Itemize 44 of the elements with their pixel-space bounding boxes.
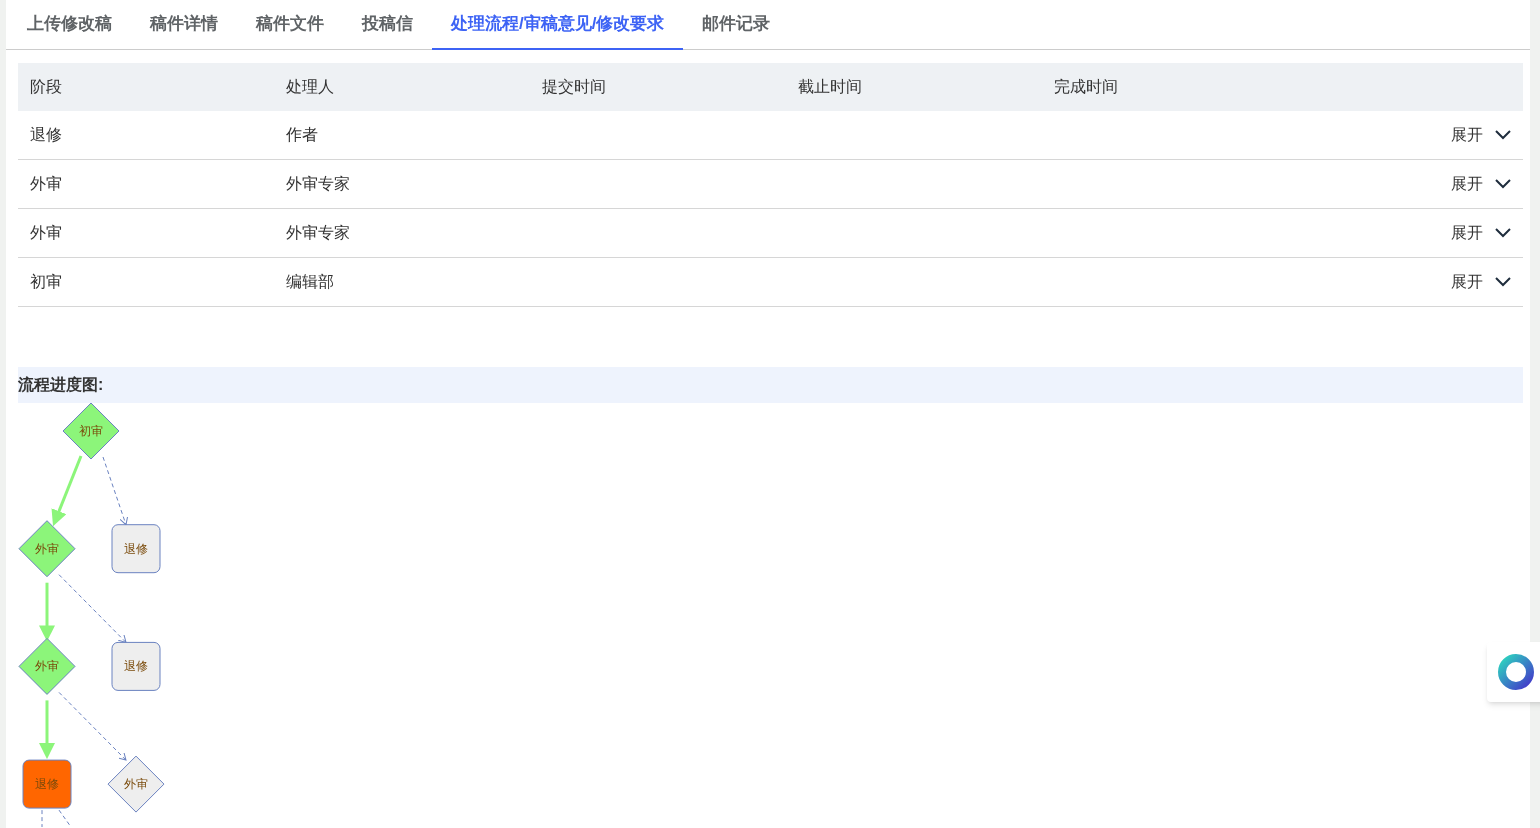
chevron-down-icon: [1495, 277, 1511, 287]
box-node: 退修: [22, 759, 72, 809]
flow-arrow: [51, 455, 83, 527]
diamond-node: 外审: [18, 637, 76, 695]
tab[interactable]: 上传修改稿: [8, 0, 131, 50]
expand-toggle[interactable]: 展开: [1451, 221, 1511, 245]
diamond-node: 外审: [107, 755, 165, 813]
table-cell: 外审: [30, 175, 62, 192]
column-header: 处理人: [286, 78, 334, 95]
table-cell: 退修: [30, 126, 62, 143]
flow-arrow: [39, 700, 55, 760]
table-cell: 编辑部: [286, 273, 334, 290]
chevron-down-icon: [1495, 228, 1511, 238]
tab[interactable]: 稿件详情: [131, 0, 237, 50]
dashed-connector: [41, 809, 43, 827]
dashed-arrow: [102, 456, 129, 526]
diamond-node: 外审: [18, 520, 76, 578]
dashed-arrow: [58, 691, 127, 761]
table-cell: 外审专家: [286, 175, 350, 192]
expand-toggle[interactable]: 展开: [1451, 123, 1511, 147]
diamond-node: 初审: [62, 403, 120, 460]
table-cell: 外审: [30, 224, 62, 241]
expand-toggle[interactable]: 展开: [1451, 270, 1511, 294]
section-title: 流程进度图:: [18, 367, 1523, 403]
tab[interactable]: 处理流程/审稿意见/修改要求: [432, 0, 684, 50]
ring-logo-icon: [1497, 653, 1535, 691]
column-header: 提交时间: [542, 78, 606, 95]
expand-toggle[interactable]: 展开: [1451, 172, 1511, 196]
tab[interactable]: 邮件记录: [683, 0, 790, 50]
table-cell: 外审专家: [286, 224, 350, 241]
tab[interactable]: 投稿信: [343, 0, 432, 50]
chevron-down-icon: [1495, 130, 1511, 140]
column-header: 阶段: [30, 78, 62, 95]
table-cell: 作者: [286, 126, 318, 143]
dashed-arrow: [58, 574, 127, 643]
column-header: 截止时间: [798, 78, 862, 95]
column-header: 完成时间: [1054, 78, 1118, 95]
table-cell: 初审: [30, 273, 62, 290]
dashed-connector: [58, 809, 72, 827]
tab[interactable]: 稿件文件: [237, 0, 343, 50]
box-node: 退修: [111, 641, 161, 691]
chevron-down-icon: [1495, 179, 1511, 189]
assistant-widget[interactable]: [1487, 642, 1540, 702]
box-node: 退修: [111, 524, 161, 574]
